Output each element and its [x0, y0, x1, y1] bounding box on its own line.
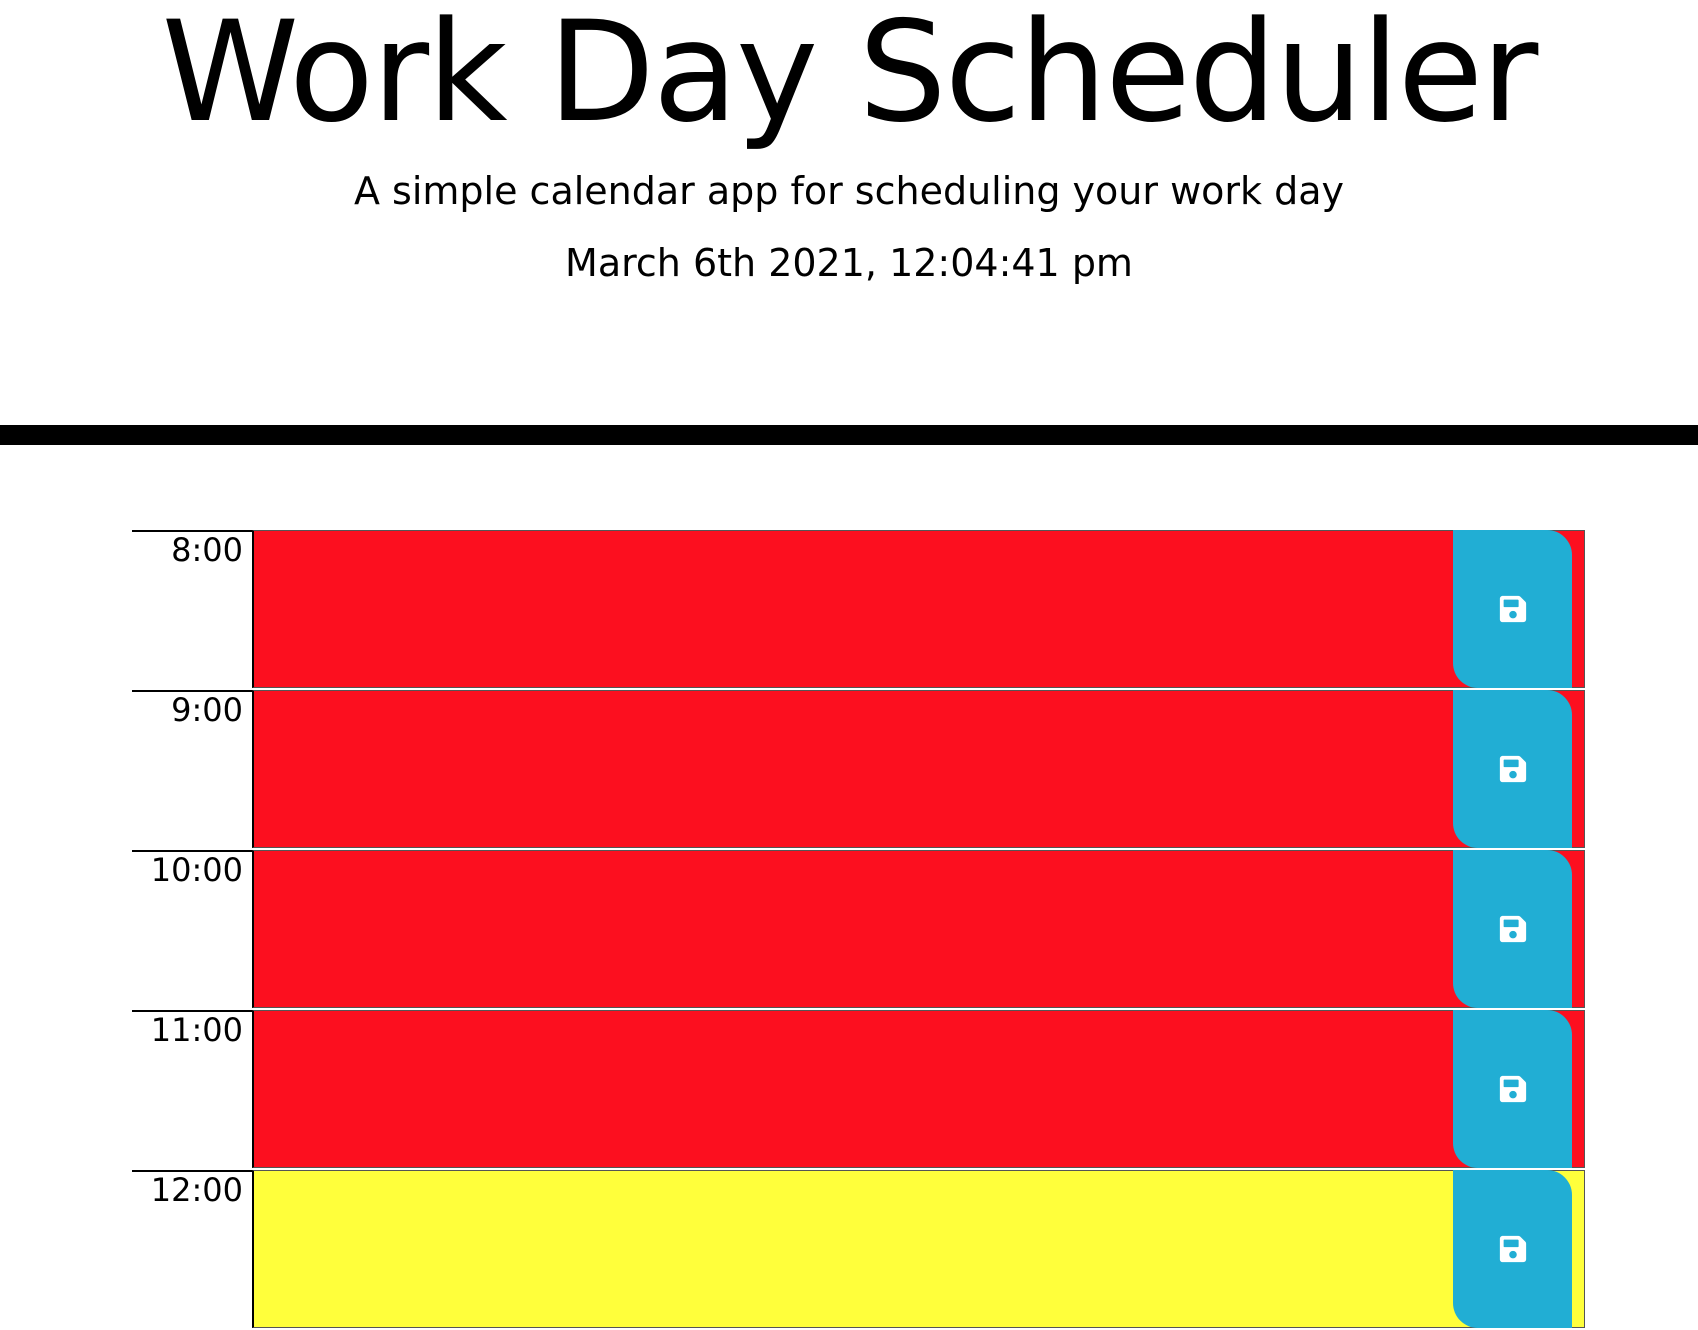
- time-block-row: 11:00: [132, 1010, 1585, 1170]
- hour-column: 9:00: [132, 690, 253, 848]
- hour-column: 10:00: [132, 850, 253, 1008]
- floppy-disk-icon: [1499, 755, 1526, 783]
- hour-label: 11:00: [150, 1011, 243, 1049]
- save-button[interactable]: [1453, 850, 1572, 1008]
- save-button[interactable]: [1453, 690, 1572, 848]
- page-title: Work Day Scheduler: [161, 0, 1539, 153]
- hour-label: 10:00: [150, 851, 243, 889]
- hour-column: 11:00: [132, 1010, 253, 1168]
- save-button[interactable]: [1453, 530, 1572, 688]
- save-button[interactable]: [1453, 1010, 1572, 1168]
- floppy-disk-icon: [1499, 595, 1526, 623]
- save-button[interactable]: [1453, 1170, 1572, 1328]
- hour-label: 9:00: [171, 691, 243, 729]
- floppy-disk-icon: [1499, 1235, 1526, 1263]
- floppy-disk-icon: [1499, 915, 1526, 943]
- floppy-disk-icon: [1499, 1075, 1526, 1103]
- current-datetime: March 6th 2021, 12:04:41 pm: [565, 241, 1133, 285]
- hour-label: 12:00: [150, 1171, 243, 1209]
- time-block-row: 12:00: [132, 1170, 1585, 1330]
- time-block-row: 8:00: [132, 530, 1585, 690]
- page-header: Work Day Scheduler A simple calendar app…: [0, 0, 1698, 445]
- event-description-input[interactable]: [252, 690, 1585, 848]
- event-description-input[interactable]: [252, 1010, 1585, 1168]
- event-description-input[interactable]: [252, 1170, 1585, 1328]
- time-block-row: 10:00: [132, 850, 1585, 1010]
- hour-label: 8:00: [171, 531, 243, 569]
- hour-column: 12:00: [132, 1170, 253, 1328]
- page-subtitle: A simple calendar app for scheduling you…: [353, 169, 1345, 213]
- event-description-input[interactable]: [252, 850, 1585, 1008]
- event-description-input[interactable]: [252, 530, 1585, 688]
- hour-column: 8:00: [132, 530, 253, 688]
- time-block-row: 9:00: [132, 690, 1585, 850]
